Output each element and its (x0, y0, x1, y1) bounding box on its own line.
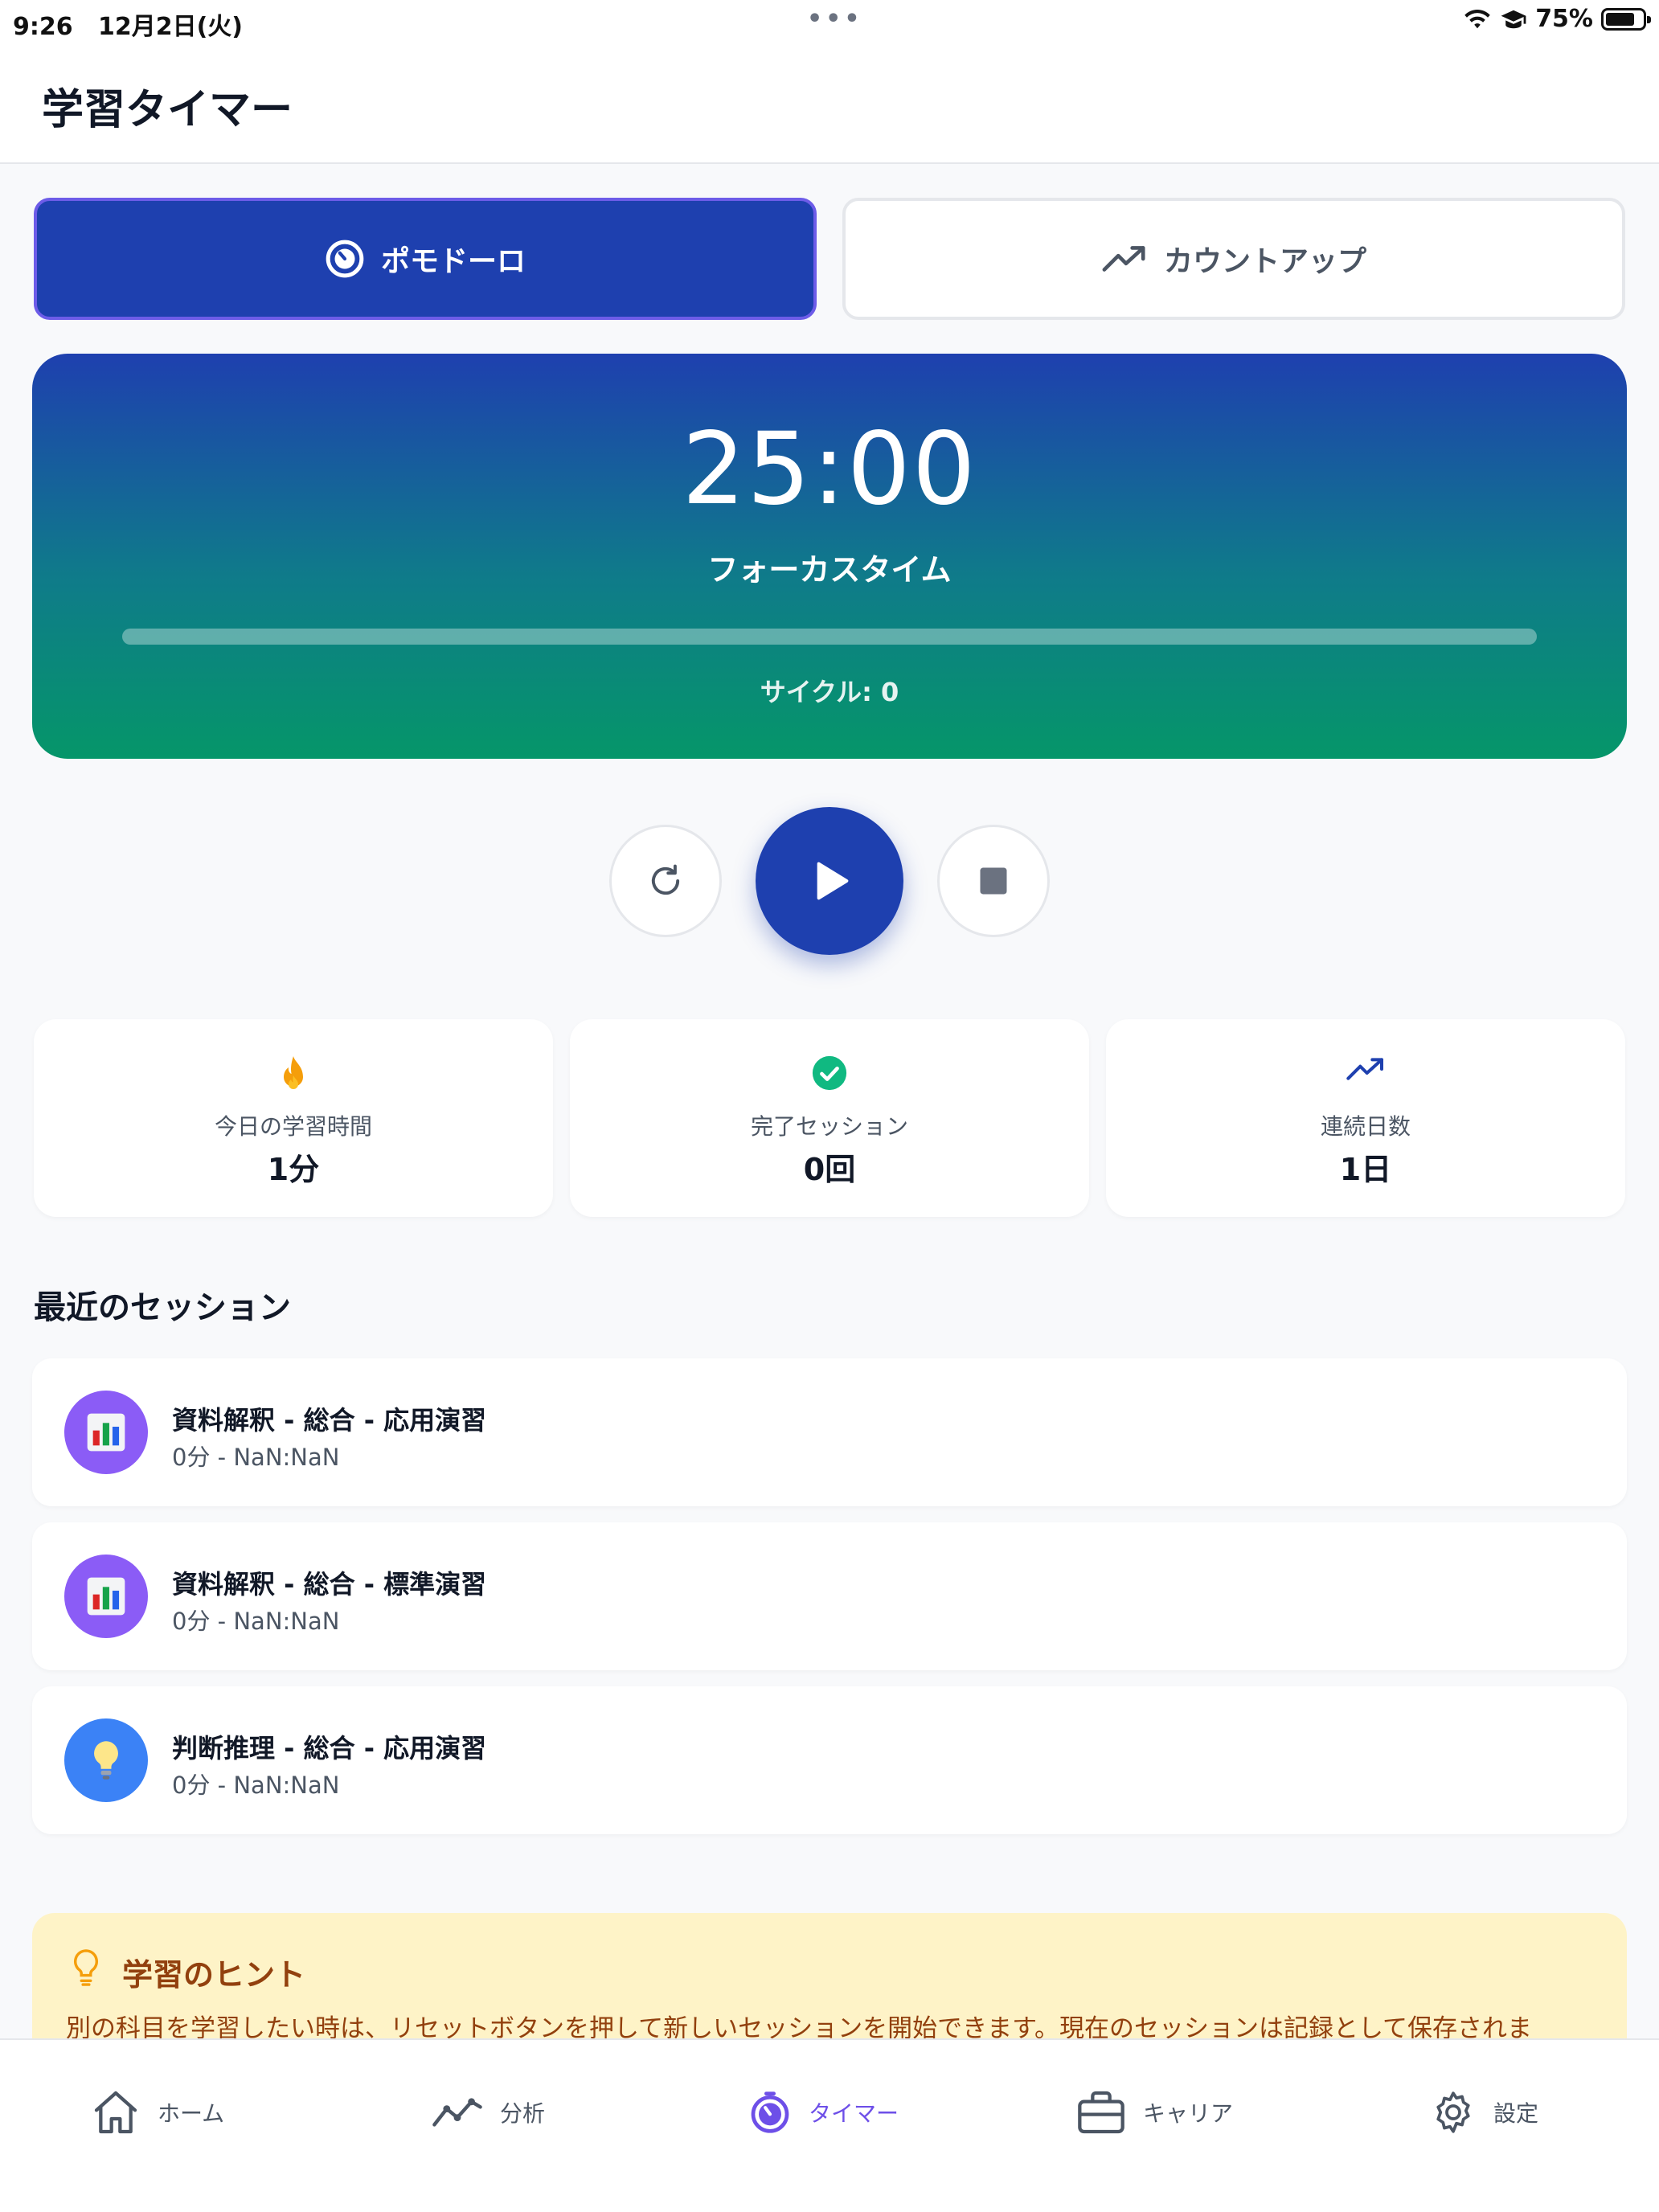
recent-sessions-title: 最近のセッション (34, 1289, 291, 1326)
cycle-count: サイクル: 0 (760, 677, 899, 707)
timer-card: 25:00 フォーカスタイム サイクル: 0 (32, 354, 1627, 759)
stat-card-streak: 連続日数 1日 (1106, 1019, 1625, 1217)
tips-title: 学習のヒント (122, 1957, 306, 1993)
tab-analytics[interactable]: 分析 (431, 2083, 545, 2141)
battery-icon (1601, 7, 1651, 31)
session-item[interactable]: 資料解釈 - 総合 - 応用演習 0分 - NaN:NaN (32, 1358, 1627, 1506)
lightbulb-icon (74, 1949, 98, 1986)
countup-mode-button[interactable]: カウントアップ (842, 198, 1625, 320)
tab-career[interactable]: キャリア (1075, 2083, 1233, 2141)
trending-up-icon (1346, 1058, 1383, 1080)
session-avatar (64, 1391, 148, 1474)
battery-percent: 75% (1535, 5, 1593, 33)
lightbulb-icon (94, 1741, 118, 1780)
stat-card-completed-sessions: 完了セッション 0回 (570, 1019, 1089, 1217)
play-icon (817, 862, 849, 900)
tab-label: 設定 (1493, 2100, 1539, 2127)
stat-label: 今日の学習時間 (214, 1113, 372, 1140)
multitask-dots[interactable]: ••• (807, 5, 863, 33)
status-right: 75% (1463, 5, 1651, 33)
tab-label: タイマー (809, 2100, 899, 2127)
tab-timer[interactable]: タイマー (748, 2083, 899, 2141)
session-subtitle: 0分 - NaN:NaN (172, 1772, 340, 1799)
session-title: 資料解釈 - 総合 - 標準演習 (172, 1569, 487, 1600)
countup-mode-label: カウントアップ (1163, 245, 1366, 278)
timer-display: 25:00 (682, 412, 977, 527)
timer-icon (326, 240, 364, 278)
stat-card-today-time: 今日の学習時間 1分 (34, 1019, 553, 1217)
graduation-cap-icon (1501, 10, 1526, 28)
wifi-icon (1464, 9, 1490, 28)
status-time: 9:26 12月2日(火) (13, 13, 244, 41)
timer-icon (751, 2091, 789, 2133)
check-circle-icon (812, 1055, 847, 1091)
analytics-icon (432, 2098, 482, 2127)
tab-label: キャリア (1143, 2100, 1234, 2127)
stat-value: 1分 (267, 1152, 320, 1187)
session-subtitle: 0分 - NaN:NaN (172, 1444, 340, 1471)
flame-icon (284, 1056, 303, 1089)
tab-home[interactable]: ホーム (90, 2083, 224, 2141)
reset-button[interactable] (609, 825, 722, 937)
stat-label: 完了セッション (750, 1113, 908, 1140)
stop-button[interactable] (937, 825, 1050, 937)
stat-label: 連続日数 (1320, 1113, 1411, 1140)
app-header: 学習タイマー (0, 42, 1659, 164)
trending-up-icon (1102, 246, 1145, 272)
refresh-icon (651, 864, 680, 895)
session-avatar (64, 1718, 148, 1802)
briefcase-icon (1078, 2091, 1124, 2134)
tab-label: 分析 (500, 2100, 546, 2127)
session-title: 資料解釈 - 総合 - 応用演習 (172, 1405, 487, 1436)
session-item[interactable]: 判断推理 - 総合 - 応用演習 0分 - NaN:NaN (32, 1686, 1627, 1834)
gear-icon (1436, 2091, 1470, 2133)
page-title: 学習タイマー (42, 86, 293, 134)
stat-value: 1日 (1339, 1152, 1392, 1187)
timer-phase-label: フォーカスタイム (707, 552, 952, 588)
bar-chart-icon (87, 1413, 125, 1452)
session-subtitle: 0分 - NaN:NaN (172, 1608, 340, 1635)
bar-chart-icon (87, 1577, 125, 1616)
stop-icon (980, 867, 1007, 895)
home-icon (94, 2091, 137, 2134)
session-title: 判断推理 - 総合 - 応用演習 (172, 1733, 487, 1763)
stat-value: 0回 (803, 1152, 856, 1187)
session-avatar (64, 1555, 148, 1638)
play-button[interactable] (756, 807, 903, 955)
status-bar: 9:26 12月2日(火) ••• 75% (0, 0, 1659, 42)
timer-progress-bar (122, 629, 1537, 645)
pomodoro-mode-label: ポモドーロ (380, 245, 526, 278)
tab-settings[interactable]: 設定 (1429, 2083, 1538, 2141)
bottom-tab-bar: ホーム 分析 タイマー キャリア 設定 (0, 2038, 1659, 2212)
session-item[interactable]: 資料解釈 - 総合 - 標準演習 0分 - NaN:NaN (32, 1522, 1627, 1670)
tab-label: ホーム (158, 2100, 225, 2127)
pomodoro-mode-button[interactable]: ポモドーロ (34, 198, 817, 320)
